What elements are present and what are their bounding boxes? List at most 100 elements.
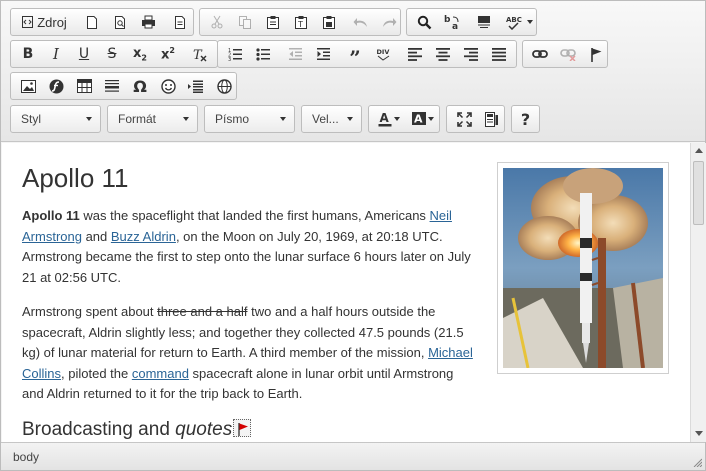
strike-button[interactable]: S [100, 43, 124, 65]
strikethrough-text: three and a half [157, 304, 248, 319]
font-size-dropdown-label: Vel... [312, 112, 339, 126]
templates-button[interactable] [168, 11, 192, 33]
link-button[interactable] [528, 43, 552, 65]
svg-text:b: b [444, 15, 451, 25]
anchor-marker[interactable] [233, 418, 252, 437]
align-center-icon [436, 47, 450, 61]
link-command[interactable]: command [132, 366, 189, 381]
editor-content[interactable]: Apollo 11 Apollo 11 was the spaceflight … [2, 143, 690, 442]
format-dropdown[interactable]: Formát [107, 105, 198, 133]
special-char-button[interactable]: Ω [128, 75, 152, 97]
new-page-button[interactable] [80, 11, 104, 33]
horizontal-rule-button[interactable] [100, 75, 124, 97]
paste-button[interactable] [261, 11, 285, 33]
paste-word-button[interactable] [317, 11, 341, 33]
resize-grip-icon[interactable] [692, 457, 702, 467]
maximize-button[interactable] [452, 108, 476, 130]
bulleted-list-button[interactable] [251, 43, 275, 65]
scroll-down-arrow-icon[interactable] [695, 431, 703, 436]
numbered-list-icon: 123 [228, 48, 242, 61]
print-button[interactable] [136, 11, 160, 33]
select-all-icon [478, 15, 490, 28]
superscript-button[interactable]: x2 [156, 43, 180, 65]
remove-format-button[interactable]: T [188, 43, 212, 65]
text-run: was the spaceflight that landed the firs… [79, 208, 430, 223]
outdent-button[interactable] [283, 43, 307, 65]
scrollbar-thumb[interactable] [693, 161, 704, 225]
iframe-button[interactable] [212, 75, 236, 97]
align-justify-button[interactable] [487, 43, 511, 65]
align-right-icon [464, 47, 478, 61]
spellcheck-button[interactable]: ABC [504, 11, 534, 33]
print-icon [141, 15, 155, 29]
font-dropdown[interactable]: Písmo [204, 105, 295, 133]
svg-text:A: A [380, 112, 390, 125]
toolbar-group-links [522, 40, 608, 68]
text-color-button[interactable]: A [374, 108, 404, 130]
background-color-button[interactable]: A [408, 108, 438, 130]
toolbar-group-paragraph: 123 ” DIV [217, 40, 517, 68]
scroll-up-arrow-icon[interactable] [695, 148, 703, 153]
search-icon [417, 15, 431, 29]
redo-button[interactable] [377, 11, 401, 33]
maximize-icon [456, 111, 472, 127]
replace-icon: ba [444, 15, 458, 30]
table-button[interactable] [72, 75, 96, 97]
style-dropdown-label: Styl [21, 112, 42, 126]
image-button[interactable] [16, 75, 40, 97]
style-dropdown[interactable]: Styl [10, 105, 101, 133]
toolbar-group-help: ? [511, 105, 540, 133]
unlink-button[interactable] [556, 43, 580, 65]
flag-icon [238, 422, 249, 436]
font-size-dropdown[interactable]: Vel... [301, 105, 362, 133]
remove-format-icon: T [193, 48, 207, 62]
align-center-button[interactable] [431, 43, 455, 65]
page-break-icon [188, 80, 203, 93]
div-container-icon: DIV [376, 48, 389, 61]
toolbar-group-basicstyles: B I U S x2 x2 T [10, 40, 218, 68]
numbered-list-button[interactable]: 123 [223, 43, 247, 65]
preview-button[interactable] [108, 11, 132, 33]
paste-text-button[interactable]: T [289, 11, 313, 33]
horizontal-rule-icon [105, 79, 119, 92]
source-button-label: Zdroj [37, 14, 67, 30]
blockquote-button[interactable]: ” [343, 43, 367, 68]
editor-statusbar: body [1, 442, 705, 470]
svg-text:a: a [452, 22, 458, 30]
unlink-icon [560, 49, 576, 61]
indent-button[interactable] [311, 43, 335, 65]
content-scrollbar[interactable] [690, 143, 706, 442]
anchor-button[interactable] [584, 43, 608, 65]
create-div-button[interactable]: DIV [371, 43, 395, 65]
cut-button[interactable] [205, 11, 229, 33]
svg-text:A: A [414, 112, 423, 125]
select-all-button[interactable] [472, 11, 496, 33]
underline-button[interactable]: U [72, 43, 96, 65]
link-buzz-aldrin[interactable]: Buzz Aldrin [111, 229, 176, 244]
flash-button[interactable] [44, 75, 68, 97]
paste-text-icon: T [295, 15, 307, 29]
show-blocks-button[interactable] [480, 108, 504, 130]
page-break-button[interactable] [184, 75, 208, 97]
undo-button[interactable] [349, 11, 373, 33]
align-right-button[interactable] [459, 43, 483, 65]
align-left-button[interactable] [403, 43, 427, 65]
chevron-down-icon [526, 20, 533, 24]
help-button[interactable]: ? [516, 108, 536, 130]
bulleted-list-icon [255, 48, 270, 61]
italic-button[interactable]: I [44, 43, 68, 65]
image-icon [20, 79, 36, 93]
undo-icon [353, 18, 367, 27]
section-heading-text: Broadcasting and [22, 418, 176, 440]
replace-button[interactable]: ba [440, 11, 464, 33]
source-button[interactable]: Zdroj [16, 11, 72, 33]
subscript-button[interactable]: x2 [128, 43, 152, 65]
copy-button[interactable] [233, 11, 257, 33]
element-path-body[interactable]: body [13, 450, 39, 464]
section-heading: Broadcasting and quotes [22, 418, 670, 441]
bold-button[interactable]: B [16, 43, 40, 65]
underline-icon: U [78, 46, 90, 62]
globe-icon [216, 78, 232, 94]
find-button[interactable] [412, 11, 436, 33]
smiley-button[interactable] [156, 75, 180, 97]
